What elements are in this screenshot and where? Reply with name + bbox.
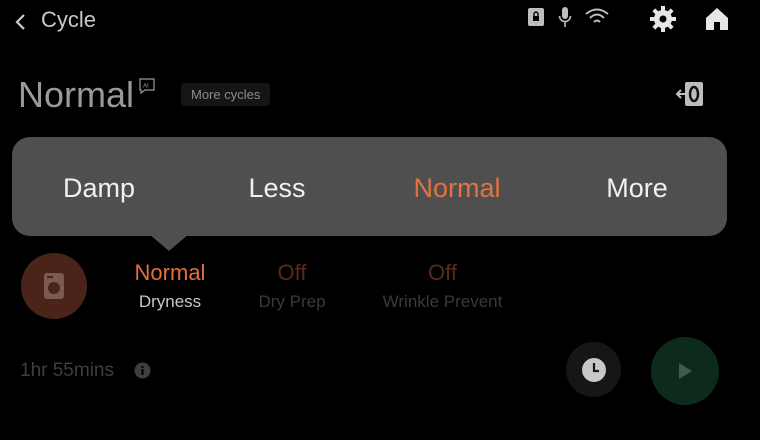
door-icon xyxy=(675,82,703,106)
info-button[interactable] xyxy=(134,362,151,379)
choice-more[interactable]: More xyxy=(567,173,707,204)
dryer-icon xyxy=(44,273,64,299)
dryer-mode-button[interactable] xyxy=(21,253,87,319)
option-label: Dry Prep xyxy=(258,292,326,311)
start-button[interactable] xyxy=(651,337,719,405)
back-button[interactable] xyxy=(10,8,34,36)
popup-pointer xyxy=(149,234,189,251)
mic-icon xyxy=(558,6,572,33)
option-value: Off xyxy=(428,260,457,285)
more-cycles-button[interactable]: More cycles xyxy=(181,83,271,106)
option-dryness[interactable]: Normal Dryness xyxy=(110,260,230,312)
option-value: Normal xyxy=(134,260,206,285)
play-icon xyxy=(679,363,692,379)
wifi-icon xyxy=(585,8,609,31)
ai-badge-icon: AI xyxy=(139,78,155,95)
clock-icon xyxy=(581,357,606,382)
lock-icon xyxy=(527,7,545,32)
option-dry-prep[interactable]: Off Dry Prep xyxy=(232,260,352,312)
option-wrinkle-prevent[interactable]: Off Wrinkle Prevent xyxy=(360,260,525,312)
option-label: Dryness xyxy=(138,292,202,311)
door-lock-button[interactable] xyxy=(672,80,706,108)
choice-damp[interactable]: Damp xyxy=(29,173,169,204)
choice-less[interactable]: Less xyxy=(207,173,347,204)
cycle-name: Normal xyxy=(18,74,135,115)
time-remaining: 1hr 55mins xyxy=(20,360,114,381)
ai-badge-text: AI xyxy=(143,84,149,90)
option-value: Off xyxy=(277,260,307,285)
delay-timer-button[interactable] xyxy=(566,342,621,397)
choice-normal[interactable]: Normal xyxy=(387,173,527,204)
home-icon xyxy=(706,8,728,30)
info-icon xyxy=(134,362,151,379)
settings-button[interactable] xyxy=(649,5,677,38)
page-title: Cycle xyxy=(41,7,97,32)
chevron-left-icon xyxy=(15,14,25,30)
gear-icon xyxy=(650,6,676,32)
home-button[interactable] xyxy=(703,5,731,38)
option-label: Wrinkle Prevent xyxy=(382,292,503,311)
